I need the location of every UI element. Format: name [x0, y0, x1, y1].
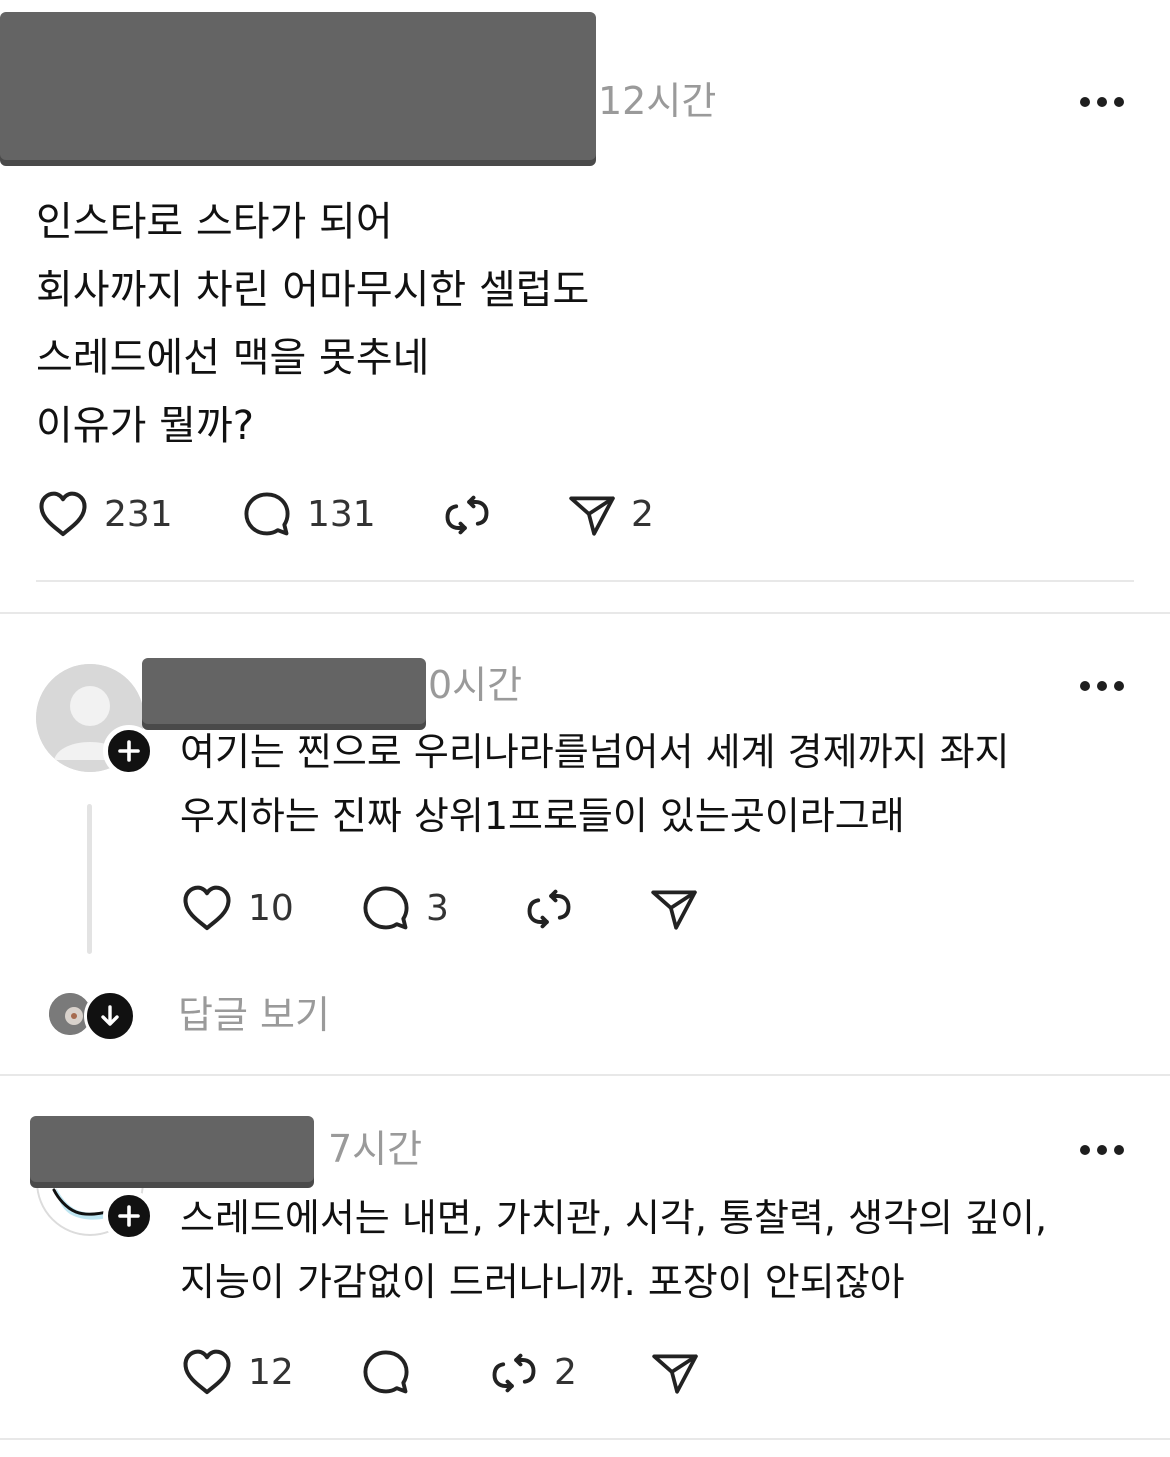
reply-actions: 12 2 [180, 1346, 700, 1400]
reply-text: 스레드에서는 내면, 가치관, 시각, 통찰력, 생각의 깊이, 지능이 가감없… [180, 1186, 1047, 1314]
comment-icon [360, 883, 412, 935]
repost-button[interactable] [441, 489, 567, 541]
share-count: 2 [631, 494, 654, 535]
send-icon [650, 1348, 700, 1398]
reply-time: 0시간 [428, 663, 523, 707]
comment-icon [241, 489, 293, 541]
comment-button[interactable]: 131 [241, 489, 441, 541]
send-icon [567, 490, 617, 540]
post-line: 스레드에선 맥을 못추네 [36, 335, 430, 381]
redacted-username [142, 658, 426, 724]
send-button[interactable] [650, 1348, 700, 1398]
heart-icon [180, 1346, 234, 1400]
repost-button[interactable]: 2 [488, 1347, 650, 1399]
view-replies-label[interactable]: 답글 보기 [178, 996, 330, 1034]
post-line: 인스타로 스타가 되어 [36, 199, 393, 245]
post-line: 이유가 뭘까? [36, 403, 254, 449]
follow-plus-icon[interactable] [103, 1190, 155, 1242]
redacted-username [0, 12, 596, 160]
divider [0, 1438, 1170, 1440]
send-icon [649, 884, 699, 934]
post-text: 인스타로 스타가 되어 회사까지 차린 어마무시한 셀럽도 스레드에선 맥을 못… [36, 188, 589, 460]
comment-button[interactable] [360, 1347, 488, 1399]
reply-line: 지능이 가감없이 드러나니까. 포장이 안되잖아 [180, 1260, 905, 1304]
comment-count: 131 [307, 494, 376, 535]
reply-line: 우지하는 진짜 상위1프로들이 있는곳이라그래 [180, 794, 905, 838]
view-replies-row[interactable]: 답글 보기 [44, 990, 364, 1042]
post-actions: 231 131 2 [36, 488, 654, 542]
redacted-username [30, 1116, 314, 1182]
like-button[interactable]: 10 [180, 882, 360, 936]
post-time: 12시간 [598, 79, 717, 123]
comment-button[interactable]: 3 [360, 883, 523, 935]
thread-line [87, 804, 92, 954]
repost-button[interactable] [523, 883, 649, 935]
like-count: 12 [248, 1352, 294, 1393]
repost-icon [441, 489, 493, 541]
more-icon[interactable] [1080, 96, 1124, 108]
heart-icon [36, 488, 90, 542]
divider [0, 612, 1170, 614]
comment-icon [360, 1347, 412, 1399]
heart-icon [180, 882, 234, 936]
repost-icon [523, 883, 575, 935]
reply-text: 여기는 찐으로 우리나라를넘어서 세계 경제까지 좌지 우지하는 진짜 상위1프… [180, 720, 1010, 848]
comment-count: 3 [426, 888, 449, 929]
more-icon[interactable] [1080, 680, 1124, 692]
divider [36, 580, 1134, 582]
like-count: 231 [104, 494, 173, 535]
like-button[interactable]: 231 [36, 488, 241, 542]
reply-line: 스레드에서는 내면, 가치관, 시각, 통찰력, 생각의 깊이, [180, 1196, 1048, 1240]
send-button[interactable] [649, 884, 699, 934]
post-line: 회사까지 차린 어마무시한 셀럽도 [36, 267, 590, 313]
arrow-down-icon [84, 990, 136, 1042]
more-icon[interactable] [1080, 1144, 1124, 1156]
repost-icon [488, 1347, 540, 1399]
reply-time: 7시간 [328, 1127, 423, 1171]
follow-plus-icon[interactable] [103, 725, 155, 777]
like-button[interactable]: 12 [180, 1346, 360, 1400]
divider [0, 1074, 1170, 1076]
repost-count: 2 [554, 1352, 577, 1393]
reply-line: 여기는 찐으로 우리나라를넘어서 세계 경제까지 좌지 [180, 730, 1010, 774]
reply-actions: 10 3 [180, 882, 699, 936]
send-button[interactable]: 2 [567, 490, 654, 540]
like-count: 10 [248, 888, 294, 929]
